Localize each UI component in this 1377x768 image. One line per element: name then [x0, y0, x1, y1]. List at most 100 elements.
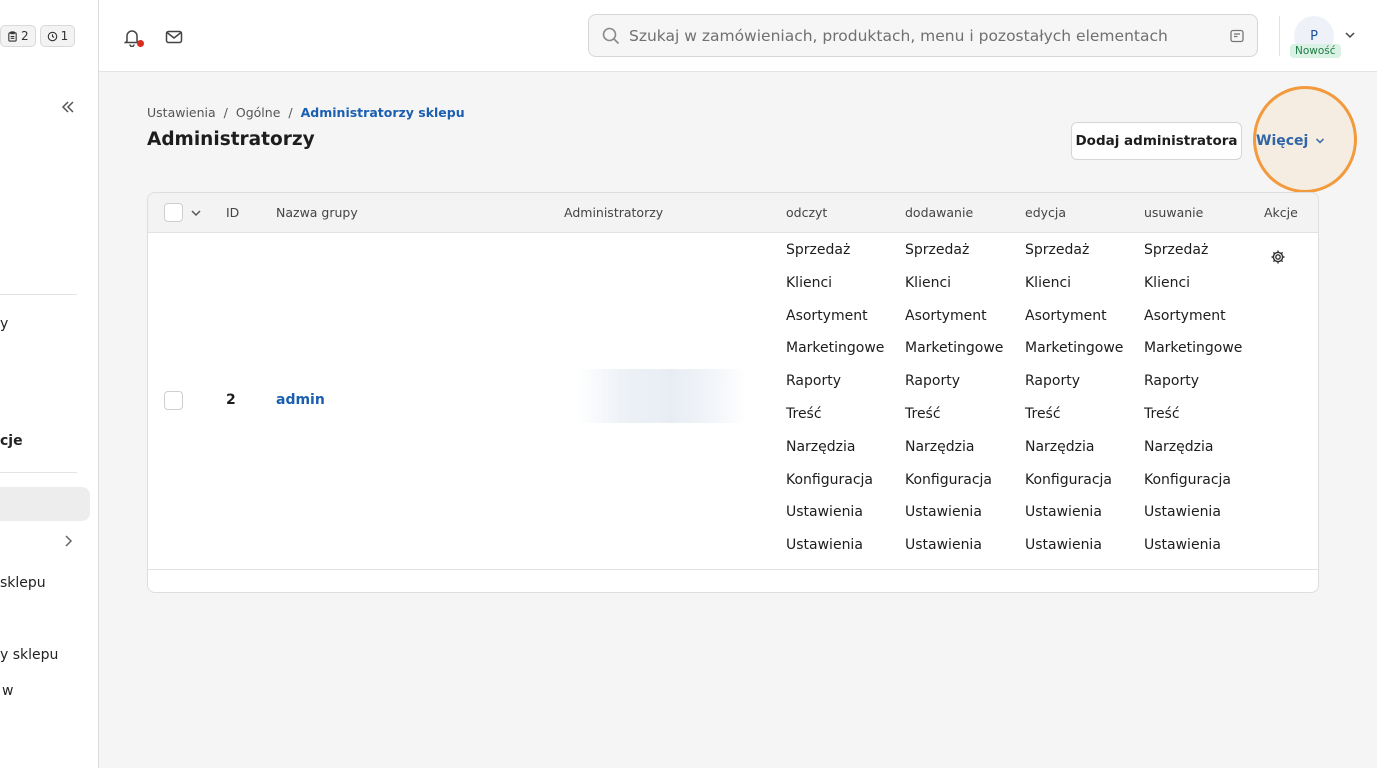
permission-item: Narzędzia	[1025, 438, 1095, 455]
permission-item: Ustawienia	[1025, 537, 1102, 554]
delete-permissions: Sprzedaż Klienci Asortyment Marketingowe…	[1144, 242, 1242, 570]
add-administrator-button[interactable]: Dodaj administratora	[1071, 122, 1242, 160]
breadcrumb-item-current: Administratorzy sklepu	[300, 105, 465, 120]
permission-item: Ustawienia	[1144, 504, 1221, 521]
permission-item: Klienci	[786, 274, 833, 291]
top-header: P Nowość	[99, 0, 1377, 72]
column-header-add: dodawanie	[905, 205, 974, 220]
permission-item: Marketingowe	[905, 340, 1004, 357]
bulk-actions-chevron-icon[interactable]	[189, 206, 203, 220]
search-input[interactable]	[629, 26, 1229, 45]
header-separator	[1279, 16, 1280, 56]
permission-item: Sprzedaż	[905, 242, 970, 258]
sidebar-section-fragment[interactable]: cje	[0, 433, 23, 449]
blurred-administrators	[578, 369, 746, 423]
notifications-bell-icon[interactable]	[122, 27, 144, 48]
permission-item: Konfiguracja	[786, 471, 874, 488]
column-header-delete: usuwanie	[1144, 205, 1204, 220]
permission-item: Raporty	[1025, 373, 1080, 390]
notification-dot	[137, 40, 144, 47]
mail-icon[interactable]	[164, 27, 184, 47]
permission-item: Asortyment	[1025, 307, 1107, 324]
permission-item: Narzędzia	[786, 438, 856, 455]
gear-icon[interactable]	[1270, 249, 1286, 265]
clock-icon	[47, 31, 57, 41]
table-header: ID Nazwa grupy Administratorzy odczyt do…	[148, 193, 1318, 233]
breadcrumb: Ustawienia / Ogólne / Administratorzy sk…	[147, 105, 465, 120]
edit-permissions: Sprzedaż Klienci Asortyment Marketingowe…	[1025, 242, 1123, 570]
top-badges: 2 1	[0, 25, 76, 47]
orders-badge[interactable]: 2	[0, 25, 36, 47]
permission-item: Sprzedaż	[786, 242, 851, 258]
more-button[interactable]: Więcej	[1256, 130, 1326, 152]
sidebar-item-fragment[interactable]: y	[0, 316, 8, 332]
permission-item: Asortyment	[1144, 307, 1226, 324]
permission-item: Marketingowe	[786, 340, 885, 357]
permission-item: Konfiguracja	[1025, 471, 1113, 488]
clipboard-icon	[8, 30, 17, 42]
sidebar-divider	[0, 472, 77, 473]
permission-item: Asortyment	[786, 307, 868, 324]
permission-item: Treść	[1025, 405, 1061, 422]
group-name-link[interactable]: admin	[276, 392, 325, 408]
column-header-id[interactable]: ID	[226, 205, 239, 220]
permission-item: Treść	[905, 405, 941, 422]
breadcrumb-separator: /	[288, 105, 293, 120]
permission-item: Sprzedaż	[1144, 242, 1209, 258]
permission-item: Konfiguracja	[905, 471, 993, 488]
orders-badge-count: 2	[21, 29, 29, 43]
global-search[interactable]	[588, 14, 1258, 57]
table-row-divider	[148, 569, 1318, 570]
chevron-down-icon	[1316, 138, 1325, 144]
permission-item: Ustawienia	[905, 537, 982, 554]
column-header-administrators[interactable]: Administratorzy	[564, 205, 663, 220]
keyboard-shortcut-icon	[1230, 29, 1244, 42]
permission-item: Treść	[1144, 405, 1180, 422]
breadcrumb-separator: /	[223, 105, 228, 120]
more-button-label: Więcej	[1256, 133, 1309, 149]
column-header-group-name[interactable]: Nazwa grupy	[276, 205, 358, 220]
permission-item: Marketingowe	[1025, 340, 1124, 357]
row-checkbox[interactable]	[164, 391, 183, 410]
select-all-checkbox[interactable]	[164, 203, 183, 222]
chevron-right-icon[interactable]	[60, 533, 76, 549]
sidebar-active-item[interactable]	[0, 487, 90, 521]
administrators-table: ID Nazwa grupy Administratorzy odczyt do…	[147, 192, 1319, 593]
collapse-sidebar-icon[interactable]	[58, 97, 78, 117]
sidebar-item-fragment[interactable]: sklepu	[0, 575, 46, 591]
read-permissions: Sprzedaż Klienci Asortyment Marketingowe…	[786, 242, 884, 570]
pending-badge[interactable]: 1	[39, 25, 76, 47]
sidebar-item-fragment[interactable]: w	[2, 683, 13, 699]
permission-item: Raporty	[905, 373, 960, 390]
add-permissions: Sprzedaż Klienci Asortyment Marketingowe…	[905, 242, 1003, 570]
chevron-down-icon[interactable]	[1343, 28, 1357, 42]
permission-item: Klienci	[1144, 274, 1191, 291]
permission-item: Sprzedaż	[1025, 242, 1090, 258]
column-header-read: odczyt	[786, 205, 828, 220]
permission-item: Ustawienia	[1025, 504, 1102, 521]
row-id: 2	[226, 392, 236, 408]
sidebar: 2 1 y cje sklepu y sklepu w	[0, 0, 99, 768]
permission-item: Klienci	[1025, 274, 1072, 291]
sidebar-item-fragment[interactable]: y sklepu	[0, 647, 58, 663]
permission-item: Asortyment	[905, 307, 987, 324]
permission-item: Raporty	[1144, 373, 1199, 390]
breadcrumb-item-settings[interactable]: Ustawienia	[147, 105, 216, 120]
permission-item: Treść	[786, 405, 822, 422]
permission-item: Narzędzia	[905, 438, 975, 455]
sidebar-divider	[0, 294, 77, 295]
permission-item: Ustawienia	[786, 504, 863, 521]
pending-badge-count: 1	[60, 29, 69, 43]
permission-item: Klienci	[905, 274, 952, 291]
new-feature-badge: Nowość	[1290, 44, 1341, 58]
permission-item: Marketingowe	[1144, 340, 1243, 357]
user-menu[interactable]: P Nowość	[1290, 14, 1370, 64]
search-icon	[602, 27, 620, 44]
page-title: Administratorzy	[147, 129, 315, 150]
permission-item: Ustawienia	[1144, 537, 1221, 554]
permission-item: Narzędzia	[1144, 438, 1214, 455]
column-header-edit: edycja	[1025, 205, 1067, 220]
permission-item: Ustawienia	[786, 537, 863, 554]
breadcrumb-item-general[interactable]: Ogólne	[236, 105, 281, 120]
permission-item: Ustawienia	[905, 504, 982, 521]
